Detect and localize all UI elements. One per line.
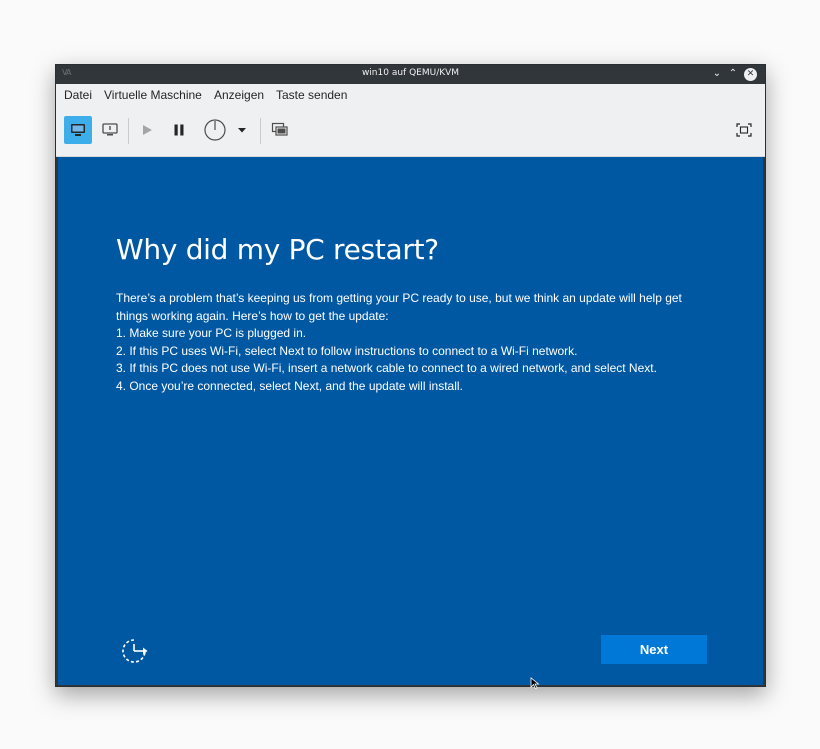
toolbar-separator [128, 118, 129, 144]
details-button[interactable] [98, 116, 122, 144]
instructions-text: There’s a problem that’s keeping us from… [116, 290, 706, 395]
window-title: win10 auf QEMU/KVM [361, 68, 460, 78]
run-button[interactable] [136, 116, 158, 144]
menu-datei[interactable]: Datei [64, 88, 92, 102]
fullscreen-button[interactable] [733, 116, 755, 144]
maximize-icon[interactable]: ⌃ [726, 67, 740, 81]
step-4: 4. Once you’re connected, select Next, a… [116, 378, 463, 393]
menu-anzeigen[interactable]: Anzeigen [214, 88, 264, 102]
step-2: 2. If this PC uses Wi-Fi, select Next to… [116, 343, 578, 358]
next-button[interactable]: Next [601, 635, 707, 664]
intro-paragraph: There’s a problem that’s keeping us from… [116, 291, 682, 323]
pause-button[interactable] [168, 116, 190, 144]
details-icon [102, 123, 118, 136]
power-button[interactable] [201, 116, 229, 144]
ease-of-access-icon[interactable] [118, 635, 150, 667]
menu-bar: Datei Virtuelle Maschine Anzeigen Taste … [56, 84, 765, 106]
menu-taste-senden[interactable]: Taste senden [276, 88, 347, 102]
toolbar [56, 106, 765, 157]
minimize-icon[interactable]: ⌄ [710, 67, 724, 81]
guest-display[interactable]: Why did my PC restart? There’s a problem… [58, 157, 763, 685]
console-icon [71, 124, 85, 136]
title-bar[interactable]: VA win10 auf QEMU/KVM ⌄ ⌃ ✕ [56, 65, 765, 84]
page-title: Why did my PC restart? [116, 233, 439, 266]
step-3: 3. If this PC does not use Wi-Fi, insert… [116, 361, 657, 375]
step-1: 1. Make sure your PC is plugged in. [116, 326, 307, 340]
snapshots-button[interactable] [268, 116, 292, 144]
chevron-down-icon [238, 128, 246, 133]
power-menu-button[interactable] [234, 116, 250, 144]
fullscreen-icon [736, 123, 752, 137]
console-button[interactable] [64, 116, 92, 144]
power-icon [204, 119, 226, 141]
menu-virtuelle-maschine[interactable]: Virtuelle Maschine [104, 88, 202, 102]
run-icon [143, 125, 152, 135]
mouse-cursor-icon [530, 677, 540, 689]
snapshots-icon [271, 122, 288, 136]
pause-icon [174, 124, 184, 136]
vm-window: VA win10 auf QEMU/KVM ⌄ ⌃ ✕ Datei Virtue… [55, 64, 766, 687]
close-icon[interactable]: ✕ [744, 68, 757, 81]
toolbar-separator [260, 118, 261, 144]
